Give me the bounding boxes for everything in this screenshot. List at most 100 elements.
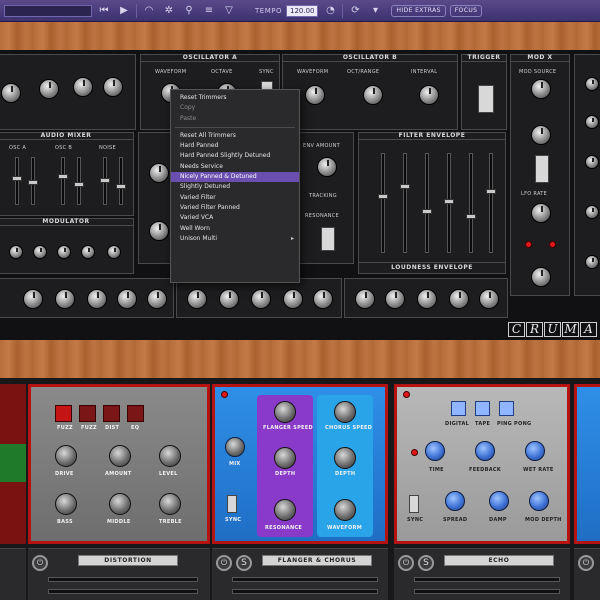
filter-knob[interactable]	[585, 205, 599, 219]
trimmer-knob[interactable]	[23, 289, 43, 309]
tuner-icon[interactable]: ▽	[221, 4, 237, 18]
headphones-icon[interactable]: ◠	[141, 4, 157, 18]
mixer-fader[interactable]	[74, 157, 84, 205]
filter-env-fader[interactable]	[400, 153, 410, 253]
trimmer-knob[interactable]	[313, 289, 333, 309]
trimmer-knob[interactable]	[385, 289, 405, 309]
mod-amount-knob[interactable]	[531, 267, 551, 287]
menu-item[interactable]: Varied Filter Panned	[171, 203, 299, 213]
cutoff-knob[interactable]	[149, 163, 169, 183]
dist-button[interactable]	[103, 405, 120, 422]
filter-env-fader[interactable]	[422, 153, 432, 253]
power-icon[interactable]: ⏻	[578, 555, 594, 571]
menu-item[interactable]: Varied VCA	[171, 213, 299, 223]
bass-knob[interactable]	[55, 493, 77, 515]
mixer-fader[interactable]	[28, 157, 38, 205]
mod-mix-knob[interactable]	[39, 79, 59, 99]
filter-env-fader[interactable]	[486, 153, 496, 253]
filter-env-fader[interactable]	[444, 153, 454, 253]
mod-shape-knob[interactable]	[531, 125, 551, 145]
trimmer-knob[interactable]	[117, 289, 137, 309]
link-icon[interactable]: ⟳	[347, 4, 363, 18]
osc-b-interval-knob[interactable]	[419, 85, 439, 105]
filter-knob[interactable]	[585, 155, 599, 169]
digital-button[interactable]	[451, 401, 466, 416]
fuzz-button[interactable]	[55, 405, 72, 422]
env-amount-knob[interactable]	[317, 157, 337, 177]
mod-depth-knob[interactable]	[529, 491, 549, 511]
power-icon[interactable]: ⏻	[216, 555, 232, 571]
emphasis-knob[interactable]	[149, 221, 169, 241]
mod-knob[interactable]	[33, 245, 47, 259]
menu-item[interactable]: Well Worn	[171, 224, 299, 234]
waveform-knob[interactable]	[334, 499, 356, 521]
mod-source-knob[interactable]	[531, 79, 551, 99]
menu-item[interactable]: Varied Filter	[171, 193, 299, 203]
menu-item[interactable]: Needs Service	[171, 162, 299, 172]
mix-knob[interactable]	[225, 437, 245, 457]
trimmer-knob[interactable]	[55, 289, 75, 309]
osc-b-range-knob[interactable]	[363, 85, 383, 105]
menu-item[interactable]: Reset Trimmers	[171, 93, 299, 103]
trim-strip[interactable]	[232, 577, 378, 582]
mixer-fader[interactable]	[100, 157, 110, 205]
mod-knob[interactable]	[9, 245, 23, 259]
mod-knob[interactable]	[107, 245, 121, 259]
trimmer-knob[interactable]	[355, 289, 375, 309]
level-knob[interactable]	[159, 445, 181, 467]
glide-knob[interactable]	[1, 83, 21, 103]
tempo-field[interactable]: 120.00	[285, 4, 319, 17]
track-name-box[interactable]	[4, 4, 92, 17]
mod-switch[interactable]	[535, 155, 549, 183]
treble-knob[interactable]	[159, 493, 181, 515]
lfo-rate-knob[interactable]	[531, 203, 551, 223]
settings-s-icon[interactable]: S	[418, 555, 434, 571]
tape-button[interactable]	[475, 401, 490, 416]
mixer-fader[interactable]	[116, 157, 126, 205]
metronome-icon[interactable]: ◔	[322, 4, 338, 18]
filter-knob[interactable]	[585, 77, 599, 91]
filter-knob[interactable]	[585, 115, 599, 129]
ping-pong-button[interactable]	[499, 401, 514, 416]
mod-knob[interactable]	[57, 245, 71, 259]
menu-item[interactable]: Hard Panned	[171, 141, 299, 151]
middle-knob[interactable]	[109, 493, 131, 515]
trimmer-knob[interactable]	[219, 289, 239, 309]
rewind-icon[interactable]: ⏮	[96, 4, 112, 18]
mixer-fader[interactable]	[12, 157, 22, 205]
drive-knob[interactable]	[55, 445, 77, 467]
trim-strip[interactable]	[232, 589, 378, 594]
settings-s-icon[interactable]: S	[236, 555, 252, 571]
spread-knob[interactable]	[445, 491, 465, 511]
trimmer-knob[interactable]	[479, 289, 499, 309]
trimmer-knob[interactable]	[147, 289, 167, 309]
flanger-speed-knob[interactable]	[274, 401, 296, 423]
equalizer-icon[interactable]: ≡	[201, 4, 217, 18]
fine-tune-knob[interactable]	[73, 77, 93, 97]
filter-knob[interactable]	[585, 255, 599, 269]
trim-strip[interactable]	[414, 589, 560, 594]
wet-rate-knob[interactable]	[525, 441, 545, 461]
focus-button[interactable]: FOCUS	[449, 4, 483, 17]
trimmer-knob[interactable]	[449, 289, 469, 309]
power-icon[interactable]: ⏻	[32, 555, 48, 571]
menu-item[interactable]: Nicely Panned & Detuned	[171, 172, 299, 183]
trimmer-knob[interactable]	[187, 289, 207, 309]
time-knob[interactable]	[425, 441, 445, 461]
resonance-knob[interactable]	[274, 499, 296, 521]
filter-env-fader[interactable]	[378, 153, 388, 253]
settings-icon[interactable]: ✲	[161, 4, 177, 18]
trigger-switch[interactable]	[478, 85, 494, 113]
menu-item[interactable]: Hard Panned Slightly Detuned	[171, 151, 299, 161]
amount-knob[interactable]	[109, 445, 131, 467]
mod-knob[interactable]	[81, 245, 95, 259]
menu-item[interactable]: Slightly Detuned	[171, 182, 299, 192]
trimmer-knob[interactable]	[417, 289, 437, 309]
fuzz-button-2[interactable]	[79, 405, 96, 422]
menu-item[interactable]: Unison Multi ▸	[171, 234, 299, 244]
power-icon[interactable]: ⏻	[398, 555, 414, 571]
eq-button[interactable]	[127, 405, 144, 422]
feedback-knob[interactable]	[475, 441, 495, 461]
chorus-speed-knob[interactable]	[334, 401, 356, 423]
trim-strip[interactable]	[48, 577, 198, 582]
